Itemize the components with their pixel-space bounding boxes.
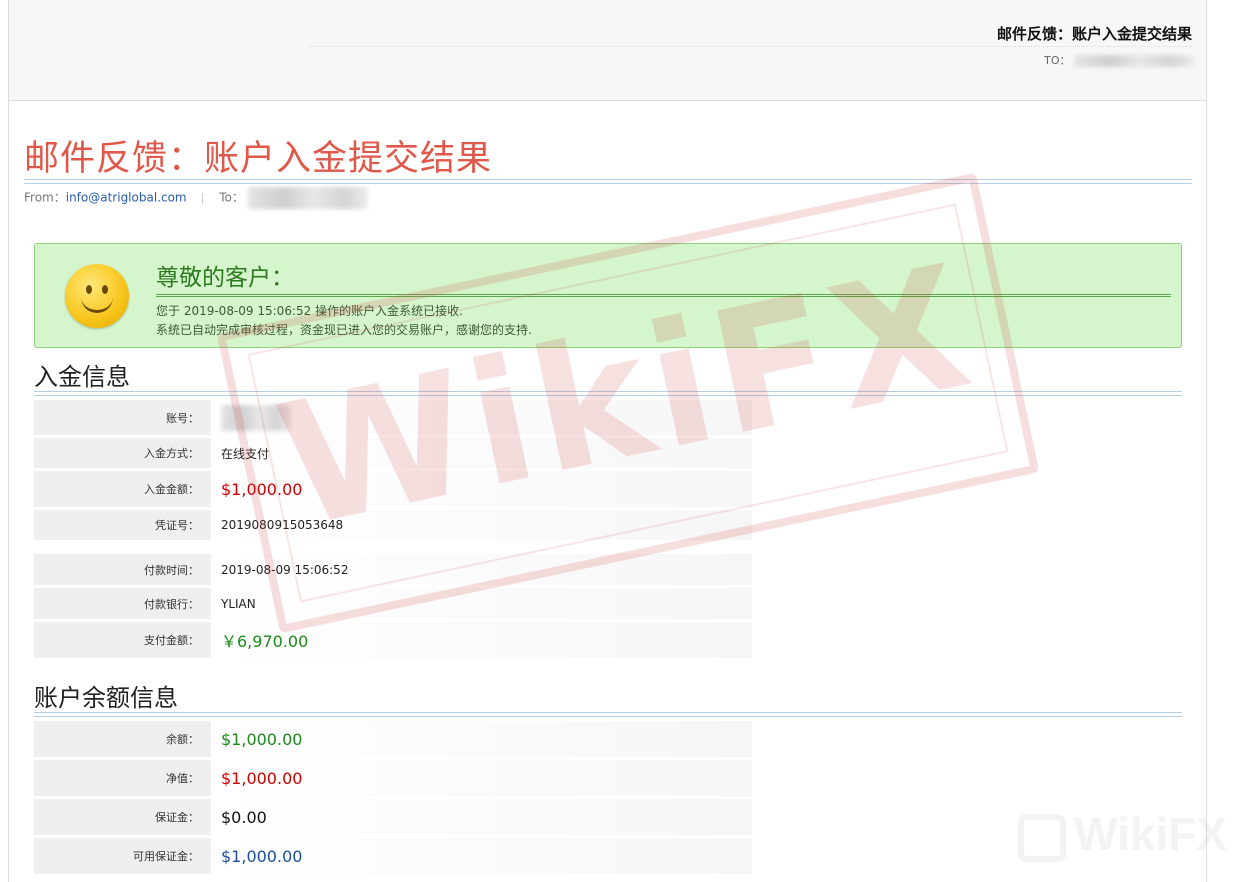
- table-row: 余额： $1,000.00: [34, 721, 752, 757]
- sender-separator: [202, 192, 204, 204]
- equity-cell: $1,000.00: [211, 760, 752, 796]
- table-row: 凭证号： 2019080915053648: [34, 510, 752, 540]
- free-margin-cell: $1,000.00: [211, 838, 752, 874]
- smiley-icon: [65, 264, 129, 328]
- notice-divider: [156, 294, 1171, 297]
- row-value: YLIAN: [211, 588, 752, 619]
- notice-greeting: 尊敬的客户：: [156, 265, 294, 291]
- row-value: 2019-08-09 15:06:52: [211, 554, 752, 585]
- table-row: 支付金额： ￥6,970.00: [34, 622, 752, 658]
- row-label: 入金金额：: [34, 471, 211, 507]
- payment-table: 付款时间： 2019-08-09 15:06:52 付款银行： YLIAN 支付…: [34, 551, 752, 661]
- table-row: 净值： $1,000.00: [34, 760, 752, 796]
- notice-message: 您于 2019-08-09 15:06:52 操作的账户入金系统已接收. 系统已…: [156, 302, 532, 340]
- notice-line-1: 您于 2019-08-09 15:06:52 操作的账户入金系统已接收.: [156, 304, 463, 318]
- deposit-divider: [34, 391, 1182, 396]
- row-label: 付款银行：: [34, 588, 211, 619]
- header-subject: 邮件反馈：账户入金提交结果: [996, 25, 1192, 43]
- balance-divider: [34, 712, 1182, 717]
- balance-table: 余额： $1,000.00 净值： $1,000.00 保证金： $0.00 可…: [34, 718, 752, 877]
- row-label: 入金方式：: [34, 438, 211, 468]
- table-row: 入金方式： 在线支付: [34, 438, 752, 468]
- balance-cell: $1,000.00: [211, 721, 752, 757]
- redacted-to-address: [247, 187, 368, 209]
- row-label: 付款时间：: [34, 554, 211, 585]
- wikifx-logo-icon: [1018, 814, 1067, 862]
- payment-amount-cell: ￥6,970.00: [211, 622, 752, 658]
- sender-line: From：info@atriglobal.com To：: [24, 187, 368, 209]
- row-value: 在线支付: [211, 438, 752, 468]
- title-divider: [24, 179, 1192, 184]
- deposit-section-title: 入金信息: [34, 363, 130, 391]
- row-label: 账号：: [34, 400, 211, 435]
- table-row: 保证金： $0.00: [34, 799, 752, 835]
- to-label: To：: [219, 190, 244, 205]
- row-label: 可用保证金：: [34, 838, 211, 874]
- balance-section-title: 账户余额信息: [34, 684, 178, 712]
- payment-amount: ￥6,970.00: [221, 632, 309, 651]
- row-label: 支付金额：: [34, 622, 211, 658]
- email-title: 邮件反馈：账户入金提交结果: [24, 139, 493, 179]
- row-label: 保证金：: [34, 799, 211, 835]
- row-value: 2019080915053648: [211, 510, 752, 540]
- header-to-label: TO：: [1044, 54, 1071, 67]
- account-number-value: [211, 400, 752, 435]
- table-row: 付款银行： YLIAN: [34, 588, 752, 619]
- deposit-amount: $1,000.00: [221, 479, 303, 499]
- corner-watermark-text: WikiFX: [1074, 808, 1227, 861]
- free-margin-value: $1,000.00: [221, 846, 303, 866]
- wikifx-corner-watermark: WikiFX: [1018, 807, 1227, 862]
- margin-cell: $0.00: [211, 799, 752, 835]
- header-recipient: TO：: [1044, 52, 1194, 68]
- redacted-account: [221, 404, 291, 431]
- balance-value: $1,000.00: [221, 729, 303, 749]
- margin-value: $0.00: [221, 807, 267, 827]
- email-header-bar: 邮件反馈：账户入金提交结果 TO：: [8, 0, 1207, 101]
- table-row: 账号：: [34, 400, 752, 435]
- equity-value: $1,000.00: [221, 768, 303, 788]
- table-row: 入金金额： $1,000.00: [34, 471, 752, 507]
- row-label: 净值：: [34, 760, 211, 796]
- from-email-link[interactable]: info@atriglobal.com: [66, 191, 187, 205]
- table-row: 付款时间： 2019-08-09 15:06:52: [34, 554, 752, 585]
- row-label: 凭证号：: [34, 510, 211, 540]
- from-label: From：: [24, 190, 66, 205]
- deposit-table: 账号： 入金方式： 在线支付 入金金额： $1,000.00 凭证号： 2019…: [34, 397, 752, 543]
- notice-line-2: 系统已自动完成审核过程，资金现已进入您的交易账户，感谢您的支持.: [156, 323, 532, 337]
- row-label: 余额：: [34, 721, 211, 757]
- deposit-amount-cell: $1,000.00: [211, 471, 752, 507]
- redacted-recipient: [1074, 55, 1194, 67]
- success-notice: 尊敬的客户： 您于 2019-08-09 15:06:52 操作的账户入金系统已…: [34, 243, 1182, 348]
- table-row: 可用保证金： $1,000.00: [34, 838, 752, 874]
- header-divider: [309, 46, 1192, 47]
